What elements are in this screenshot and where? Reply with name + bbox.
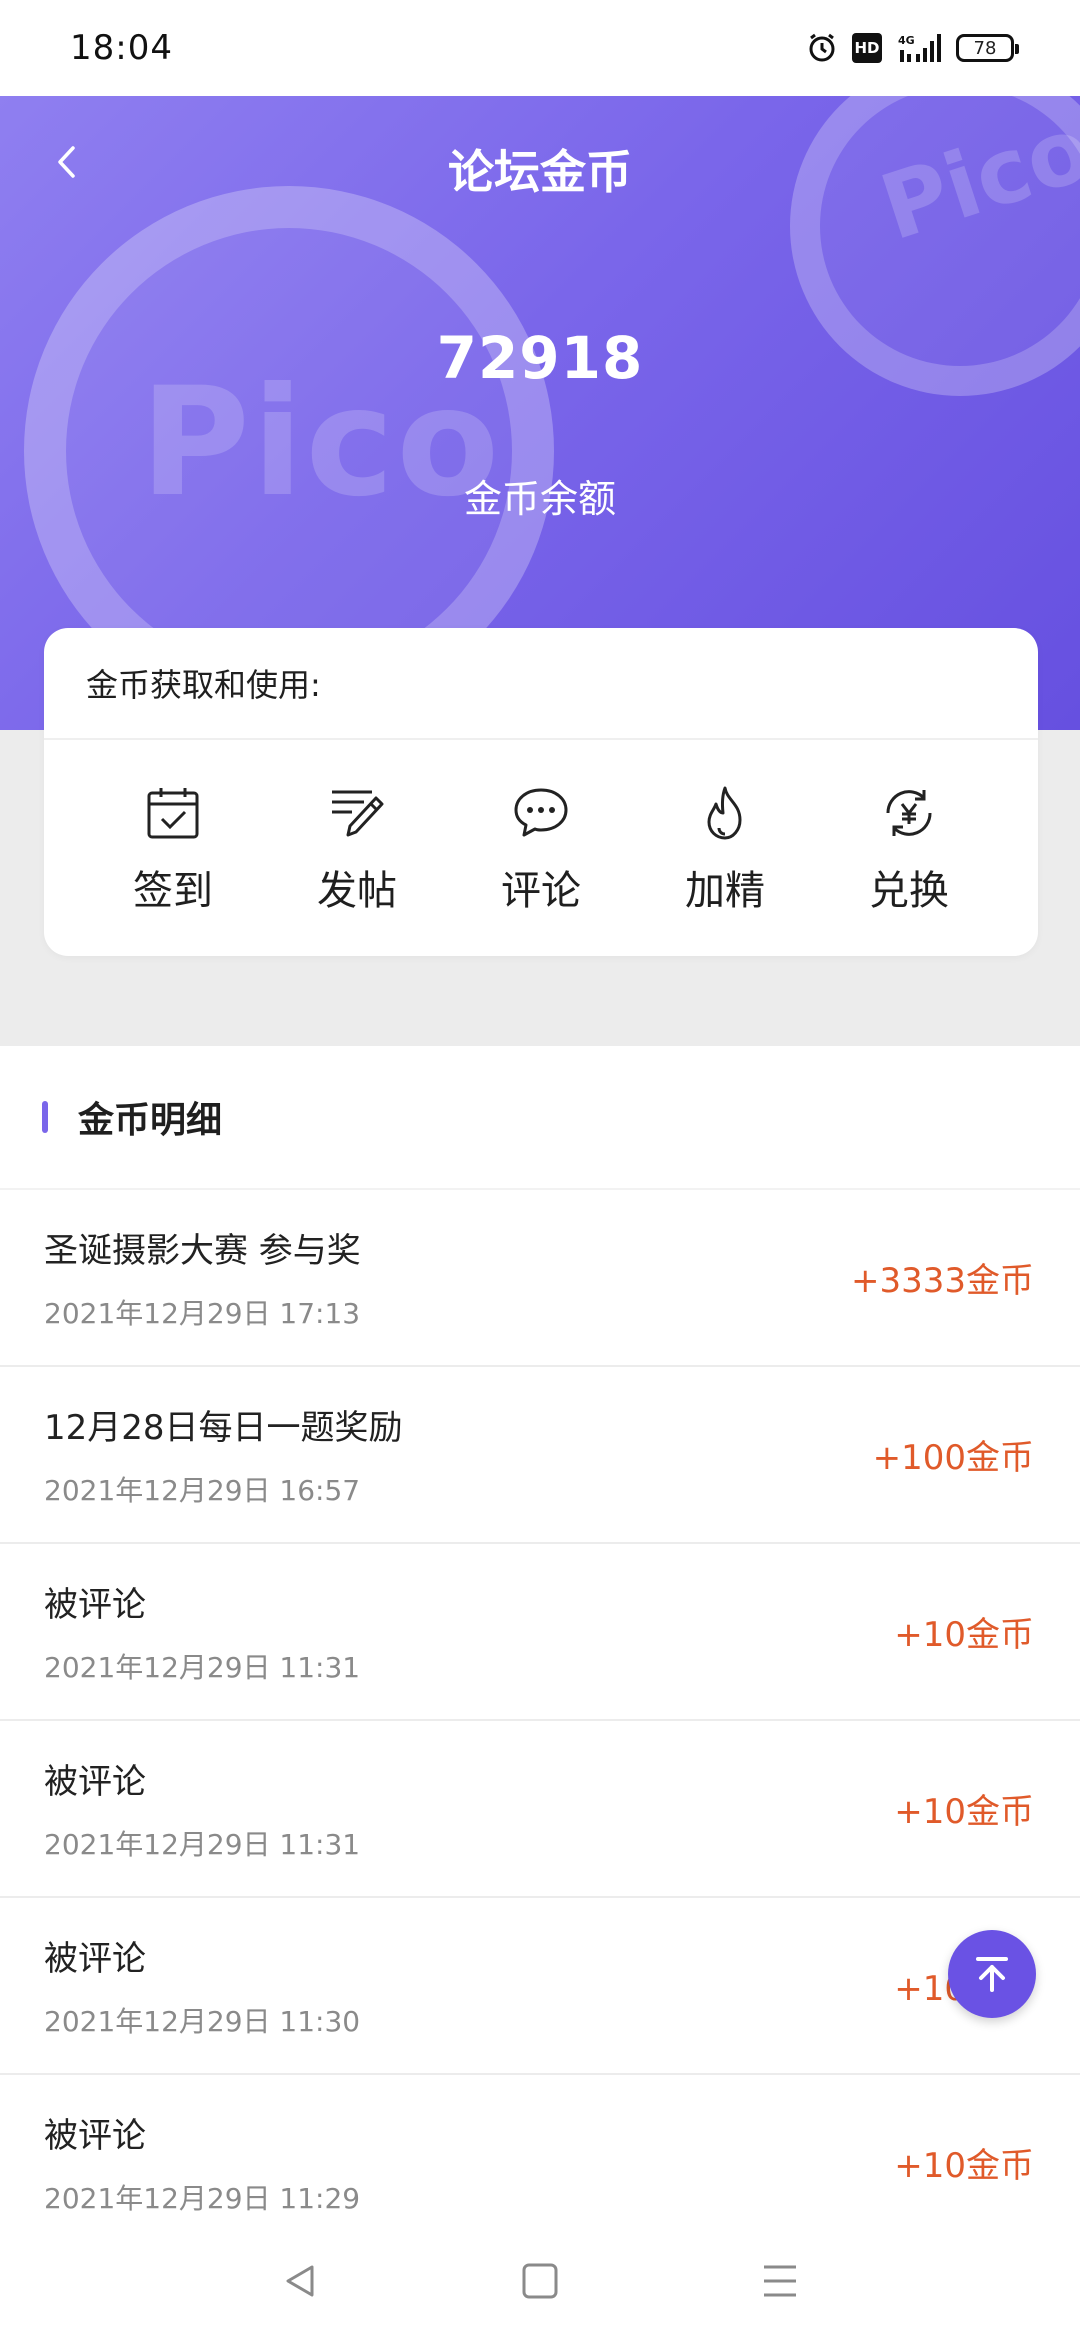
nav-back-button[interactable] <box>280 2261 320 2305</box>
record-title: 被评论 <box>44 2116 146 2156</box>
action-label: 评论 <box>501 868 581 914</box>
list-item[interactable]: 12月28日每日一题奖励 2021年12月29日 16:57 +100金币 <box>0 1367 1080 1544</box>
record-amount: +100金币 <box>872 1438 1034 1478</box>
action-checkin[interactable]: 签到 <box>98 782 248 916</box>
record-time: 2021年12月29日 11:31 <box>44 1651 361 1684</box>
scroll-to-top-button[interactable] <box>948 1930 1036 2018</box>
action-exchange[interactable]: 兑换 <box>834 782 984 916</box>
record-title: 12月28日每日一题奖励 <box>44 1408 403 1448</box>
record-time: 2021年12月29日 11:29 <box>44 2182 361 2215</box>
record-amount: +10金币 <box>894 1615 1034 1655</box>
coin-records-list: 圣诞摄影大赛 参与奖 2021年12月29日 17:13 +3333金币 12月… <box>0 1190 1080 2252</box>
system-nav-bar <box>0 2226 1080 2340</box>
record-time: 2021年12月29日 11:30 <box>44 2005 361 2038</box>
coin-balance: 72918 <box>436 324 644 392</box>
menu-lines-icon <box>764 2265 796 2297</box>
record-time: 2021年12月29日 17:13 <box>44 1297 361 1330</box>
record-title: 被评论 <box>44 1762 146 1802</box>
battery-icon: 78 <box>956 34 1019 62</box>
nav-home-button[interactable] <box>520 2261 560 2305</box>
action-label: 兑换 <box>869 868 949 914</box>
signal-icon: 4G <box>896 32 942 64</box>
arrow-up-icon <box>976 1957 1008 1992</box>
record-amount: +10金币 <box>894 2146 1034 2186</box>
action-label: 发帖 <box>317 868 397 914</box>
triangle-back-icon <box>286 2265 314 2297</box>
action-featured[interactable]: 加精 <box>650 782 800 916</box>
coin-actions-card: 金币获取和使用: 签到 发帖 评论 加精 兑换 <box>44 628 1038 956</box>
hd-icon: HD <box>852 33 882 63</box>
square-home-icon <box>522 2263 558 2299</box>
section-title: 金币明细 <box>78 1100 223 1141</box>
section-accent-bar <box>42 1101 48 1133</box>
list-item[interactable]: 圣诞摄影大赛 参与奖 2021年12月29日 17:13 +3333金币 <box>0 1190 1080 1367</box>
record-time: 2021年12月29日 11:31 <box>44 1828 361 1861</box>
card-title: 金币获取和使用: <box>44 628 1038 740</box>
pen-post-icon <box>326 782 388 844</box>
record-amount: +3333金币 <box>850 1261 1034 1301</box>
list-item[interactable]: 被评论 2021年12月29日 11:31 +10金币 <box>0 1544 1080 1721</box>
coin-balance-label: 金币余额 <box>463 477 616 521</box>
record-amount: +10金币 <box>894 1792 1034 1832</box>
status-bar: 18:04 HD 4G 78 <box>0 0 1080 96</box>
flame-icon <box>694 782 756 844</box>
calendar-check-icon <box>142 782 204 844</box>
record-title: 被评论 <box>44 1939 146 1979</box>
action-comment[interactable]: 评论 <box>466 782 616 916</box>
action-label: 加精 <box>685 868 765 914</box>
status-time: 18:04 <box>70 28 173 68</box>
record-time: 2021年12月29日 16:57 <box>44 1474 361 1507</box>
actions-row: 签到 发帖 评论 加精 兑换 <box>44 740 1038 916</box>
status-icons: HD 4G 78 <box>806 32 1019 64</box>
list-item[interactable]: 被评论 2021年12月29日 11:30 +10金币 <box>0 1898 1080 2075</box>
list-item[interactable]: 被评论 2021年12月29日 11:31 +10金币 <box>0 1721 1080 1898</box>
page-title: 论坛金币 <box>448 145 632 199</box>
svg-text:4G: 4G <box>898 34 915 47</box>
nav-menu-button[interactable] <box>760 2261 800 2305</box>
alarm-icon <box>806 32 838 64</box>
section-header: 金币明细 <box>0 1046 1080 1190</box>
comment-bubble-icon <box>510 782 572 844</box>
action-post[interactable]: 发帖 <box>282 782 432 916</box>
record-title: 被评论 <box>44 1585 146 1625</box>
action-label: 签到 <box>133 868 213 914</box>
record-title: 圣诞摄影大赛 参与奖 <box>44 1231 361 1271</box>
yuan-exchange-icon <box>878 782 940 844</box>
